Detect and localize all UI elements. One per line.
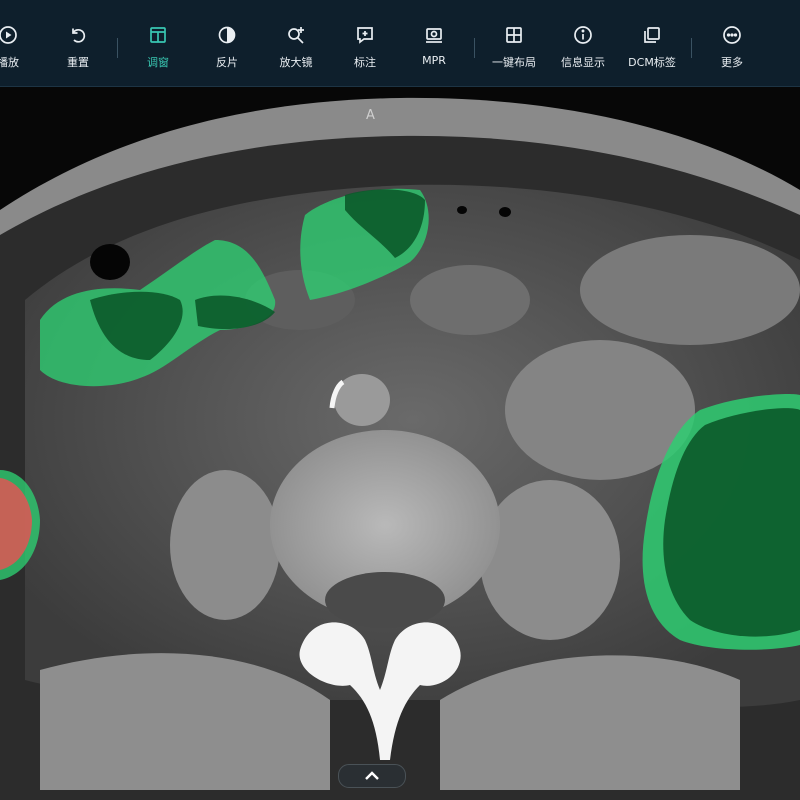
more-label: 更多 bbox=[721, 56, 743, 69]
play-icon bbox=[0, 24, 19, 46]
psoas-left bbox=[170, 470, 280, 620]
air-pocket bbox=[499, 207, 511, 217]
invert-label: 反片 bbox=[216, 56, 238, 69]
air-pocket bbox=[457, 206, 467, 214]
reset-label: 重置 bbox=[67, 56, 89, 69]
dcm-tag-button[interactable]: DCM标签 bbox=[616, 24, 688, 76]
info-label: 信息显示 bbox=[561, 56, 605, 69]
info-button[interactable]: 信息显示 bbox=[547, 24, 619, 76]
air-pocket bbox=[90, 244, 130, 280]
magnifier-label: 放大镜 bbox=[279, 56, 313, 69]
reset-icon bbox=[67, 24, 89, 46]
bowel-loop bbox=[410, 265, 530, 335]
dcm-tag-icon bbox=[641, 24, 663, 46]
annotate-label: 标注 bbox=[354, 56, 376, 69]
toolbar-divider bbox=[474, 38, 475, 58]
info-icon bbox=[572, 24, 594, 46]
layout-icon bbox=[503, 24, 525, 46]
chevron-up-icon bbox=[365, 771, 379, 780]
play-label: 播放 bbox=[0, 56, 19, 69]
mpr-label: MPR bbox=[422, 54, 446, 67]
reset-button[interactable]: 重置 bbox=[42, 24, 114, 76]
magnifier-icon bbox=[285, 24, 307, 46]
toolbar: 播放 重置 调窗 反片 放大镜 标注 MPR 一键布局 信息显示 DCM标签 更… bbox=[0, 0, 800, 87]
mpr-icon bbox=[423, 24, 445, 46]
bowel-loop bbox=[580, 235, 800, 345]
window-level-icon bbox=[147, 24, 169, 46]
more-button[interactable]: 更多 bbox=[696, 24, 768, 76]
mpr-button[interactable]: MPR bbox=[398, 24, 470, 76]
toolbar-divider bbox=[691, 38, 692, 58]
window-level-label: 调窗 bbox=[147, 56, 169, 69]
invert-icon bbox=[216, 24, 238, 46]
play-button[interactable]: 播放 bbox=[0, 24, 44, 76]
window-level-button[interactable]: 调窗 bbox=[122, 24, 194, 76]
layout-label: 一键布局 bbox=[492, 56, 536, 69]
dcm-tag-label: DCM标签 bbox=[628, 56, 676, 69]
invert-button[interactable]: 反片 bbox=[191, 24, 263, 76]
more-icon bbox=[721, 24, 743, 46]
annotate-button[interactable]: 标注 bbox=[329, 24, 401, 76]
layout-button[interactable]: 一键布局 bbox=[478, 24, 550, 76]
dicom-viewer: 播放 重置 调窗 反片 放大镜 标注 MPR 一键布局 信息显示 DCM标签 更… bbox=[0, 0, 800, 800]
annotate-icon bbox=[354, 24, 376, 46]
psoas-right bbox=[480, 480, 620, 640]
toolbar-divider bbox=[117, 38, 118, 58]
spinal-canal bbox=[325, 572, 445, 628]
orientation-marker: A bbox=[366, 108, 375, 123]
collapse-panel-button[interactable] bbox=[338, 764, 406, 788]
ct-image[interactable] bbox=[0, 86, 800, 800]
magnifier-button[interactable]: 放大镜 bbox=[260, 24, 332, 76]
